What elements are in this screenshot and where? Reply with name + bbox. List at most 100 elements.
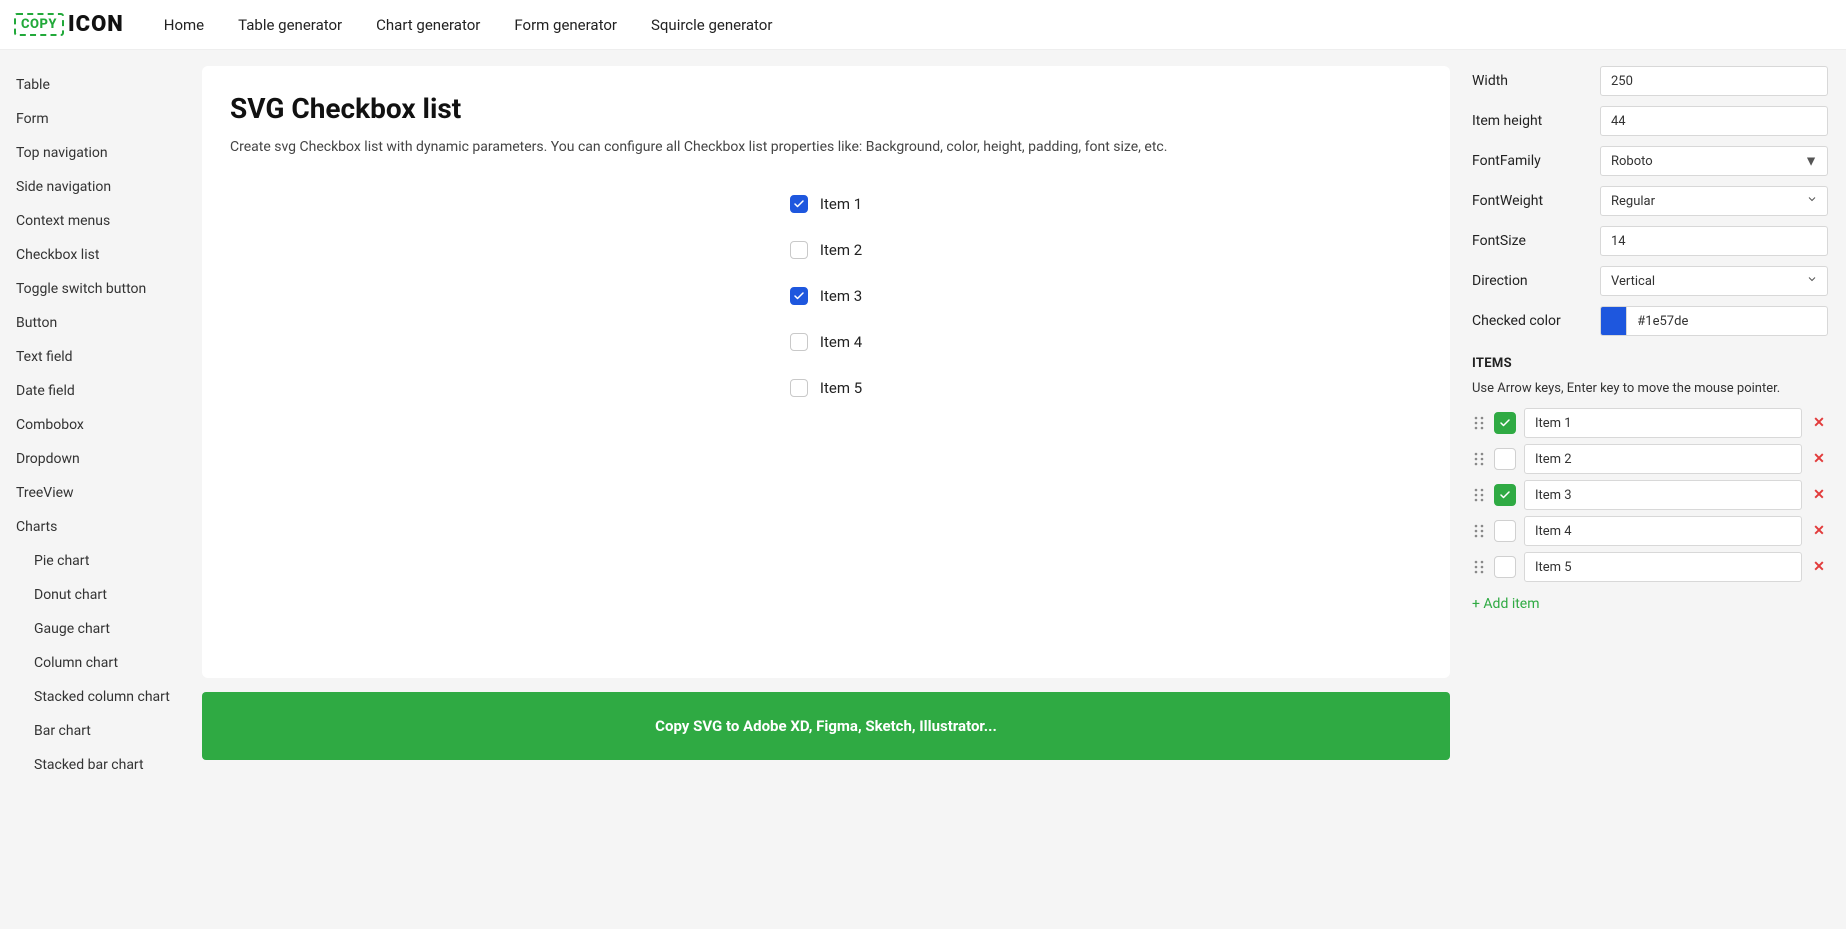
sidebar-item[interactable]: Column chart (16, 646, 186, 680)
main-content: SVG Checkbox list Create svg Checkbox li… (186, 50, 1466, 929)
select-font-weight[interactable]: Regular (1600, 186, 1828, 216)
item-checked-toggle[interactable] (1494, 484, 1516, 506)
topbar: COPY ICON Home Table generator Chart gener… (0, 0, 1846, 50)
checkbox-item[interactable]: Item 3 (790, 287, 862, 305)
copy-svg-button[interactable]: Copy SVG to Adobe XD, Figma, Sketch, Ill… (202, 692, 1450, 760)
checkbox-item[interactable]: Item 5 (790, 379, 862, 397)
item-label-input[interactable] (1524, 552, 1802, 582)
field-direction: Direction Vertical (1472, 266, 1828, 296)
logo-copy-badge: COPY (14, 13, 64, 36)
sidebar-item[interactable]: Toggle switch button (16, 272, 186, 306)
checkbox-preview: Item 1 Item 2 Item 3 Item 4 Item 5 (230, 195, 1422, 397)
label-width: Width (1472, 73, 1590, 89)
item-label-input[interactable] (1524, 408, 1802, 438)
field-font-weight: FontWeight Regular (1472, 186, 1828, 216)
checkbox-item[interactable]: Item 4 (790, 333, 862, 351)
sidebar-item[interactable]: Button (16, 306, 186, 340)
select-font-family[interactable]: Roboto (1600, 146, 1828, 176)
checkbox-icon[interactable] (790, 379, 808, 397)
drag-handle-icon[interactable] (1472, 487, 1486, 503)
properties-panel: Width Item height FontFamily Roboto ▼ Fo… (1466, 50, 1846, 929)
label-font-weight: FontWeight (1472, 193, 1590, 209)
sidebar-item[interactable]: Stacked column chart (16, 680, 186, 714)
input-font-size[interactable] (1600, 226, 1828, 256)
delete-item-icon[interactable]: ✕ (1810, 487, 1828, 503)
panel-item-row: ✕ (1472, 516, 1828, 546)
field-font-family: FontFamily Roboto ▼ (1472, 146, 1828, 176)
item-label-input[interactable] (1524, 444, 1802, 474)
sidebar-item[interactable]: Date field (16, 374, 186, 408)
sidebar-item[interactable]: TreeView (16, 476, 186, 510)
item-label-input[interactable] (1524, 480, 1802, 510)
sidebar-item[interactable]: Checkbox list (16, 238, 186, 272)
panel-item-row: ✕ (1472, 480, 1828, 510)
topnav-link[interactable]: Chart generator (376, 16, 480, 34)
checkbox-label: Item 4 (820, 333, 862, 351)
sidebar-item[interactable]: Top navigation (16, 136, 186, 170)
sidebar: TableFormTop navigationSide navigationCo… (0, 50, 186, 929)
items-hint: Use Arrow keys, Enter key to move the mo… (1472, 381, 1828, 396)
sidebar-item[interactable]: Dropdown (16, 442, 186, 476)
sidebar-item[interactable]: Donut chart (16, 578, 186, 612)
sidebar-item[interactable]: Combobox (16, 408, 186, 442)
label-font-size: FontSize (1472, 233, 1590, 249)
item-label-input[interactable] (1524, 516, 1802, 546)
drag-handle-icon[interactable] (1472, 523, 1486, 539)
item-checked-toggle[interactable] (1494, 520, 1516, 542)
color-swatch[interactable] (1600, 306, 1626, 336)
checkbox-label: Item 1 (820, 195, 862, 213)
drag-handle-icon[interactable] (1472, 415, 1486, 431)
item-checked-toggle[interactable] (1494, 556, 1516, 578)
sidebar-item[interactable]: Bar chart (16, 714, 186, 748)
checkbox-icon[interactable] (790, 241, 808, 259)
topnav-link[interactable]: Squircle generator (651, 16, 772, 34)
label-font-family: FontFamily (1472, 153, 1590, 169)
checkbox-icon[interactable] (790, 287, 808, 305)
label-checked-color: Checked color (1472, 313, 1590, 329)
field-checked-color: Checked color (1472, 306, 1828, 336)
sidebar-item[interactable]: Gauge chart (16, 612, 186, 646)
input-checked-color[interactable] (1626, 306, 1828, 336)
sidebar-item[interactable]: Side navigation (16, 170, 186, 204)
label-item-height: Item height (1472, 113, 1590, 129)
delete-item-icon[interactable]: ✕ (1810, 559, 1828, 575)
checkbox-label: Item 3 (820, 287, 862, 305)
sidebar-item[interactable]: Stacked bar chart (16, 748, 186, 782)
select-direction[interactable]: Vertical (1600, 266, 1828, 296)
input-item-height[interactable] (1600, 106, 1828, 136)
topnav-link[interactable]: Home (164, 16, 204, 34)
panel-item-row: ✕ (1472, 552, 1828, 582)
checkbox-label: Item 2 (820, 241, 862, 259)
checkbox-item[interactable]: Item 2 (790, 241, 862, 259)
top-navigation: Home Table generator Chart generator Form g… (164, 16, 773, 34)
preview-card: SVG Checkbox list Create svg Checkbox li… (202, 66, 1450, 678)
checkbox-icon[interactable] (790, 195, 808, 213)
sidebar-item[interactable]: Context menus (16, 204, 186, 238)
topnav-link[interactable]: Form generator (514, 16, 617, 34)
item-checked-toggle[interactable] (1494, 412, 1516, 434)
sidebar-item[interactable]: Form (16, 102, 186, 136)
topnav-link[interactable]: Table generator (238, 16, 342, 34)
checkbox-icon[interactable] (790, 333, 808, 351)
sidebar-item[interactable]: Charts (16, 510, 186, 544)
logo[interactable]: COPY ICON (14, 12, 124, 37)
panel-item-row: ✕ (1472, 408, 1828, 438)
label-direction: Direction (1472, 273, 1590, 289)
page-description: Create svg Checkbox list with dynamic pa… (230, 139, 1422, 155)
logo-text: ICON (68, 12, 124, 37)
checkbox-item[interactable]: Item 1 (790, 195, 862, 213)
add-item-button[interactable]: + Add item (1472, 596, 1540, 612)
sidebar-item[interactable]: Text field (16, 340, 186, 374)
sidebar-item[interactable]: Table (16, 68, 186, 102)
checkbox-label: Item 5 (820, 379, 862, 397)
item-checked-toggle[interactable] (1494, 448, 1516, 470)
delete-item-icon[interactable]: ✕ (1810, 523, 1828, 539)
delete-item-icon[interactable]: ✕ (1810, 451, 1828, 467)
delete-item-icon[interactable]: ✕ (1810, 415, 1828, 431)
panel-item-row: ✕ (1472, 444, 1828, 474)
input-width[interactable] (1600, 66, 1828, 96)
drag-handle-icon[interactable] (1472, 559, 1486, 575)
field-item-height: Item height (1472, 106, 1828, 136)
sidebar-item[interactable]: Pie chart (16, 544, 186, 578)
drag-handle-icon[interactable] (1472, 451, 1486, 467)
